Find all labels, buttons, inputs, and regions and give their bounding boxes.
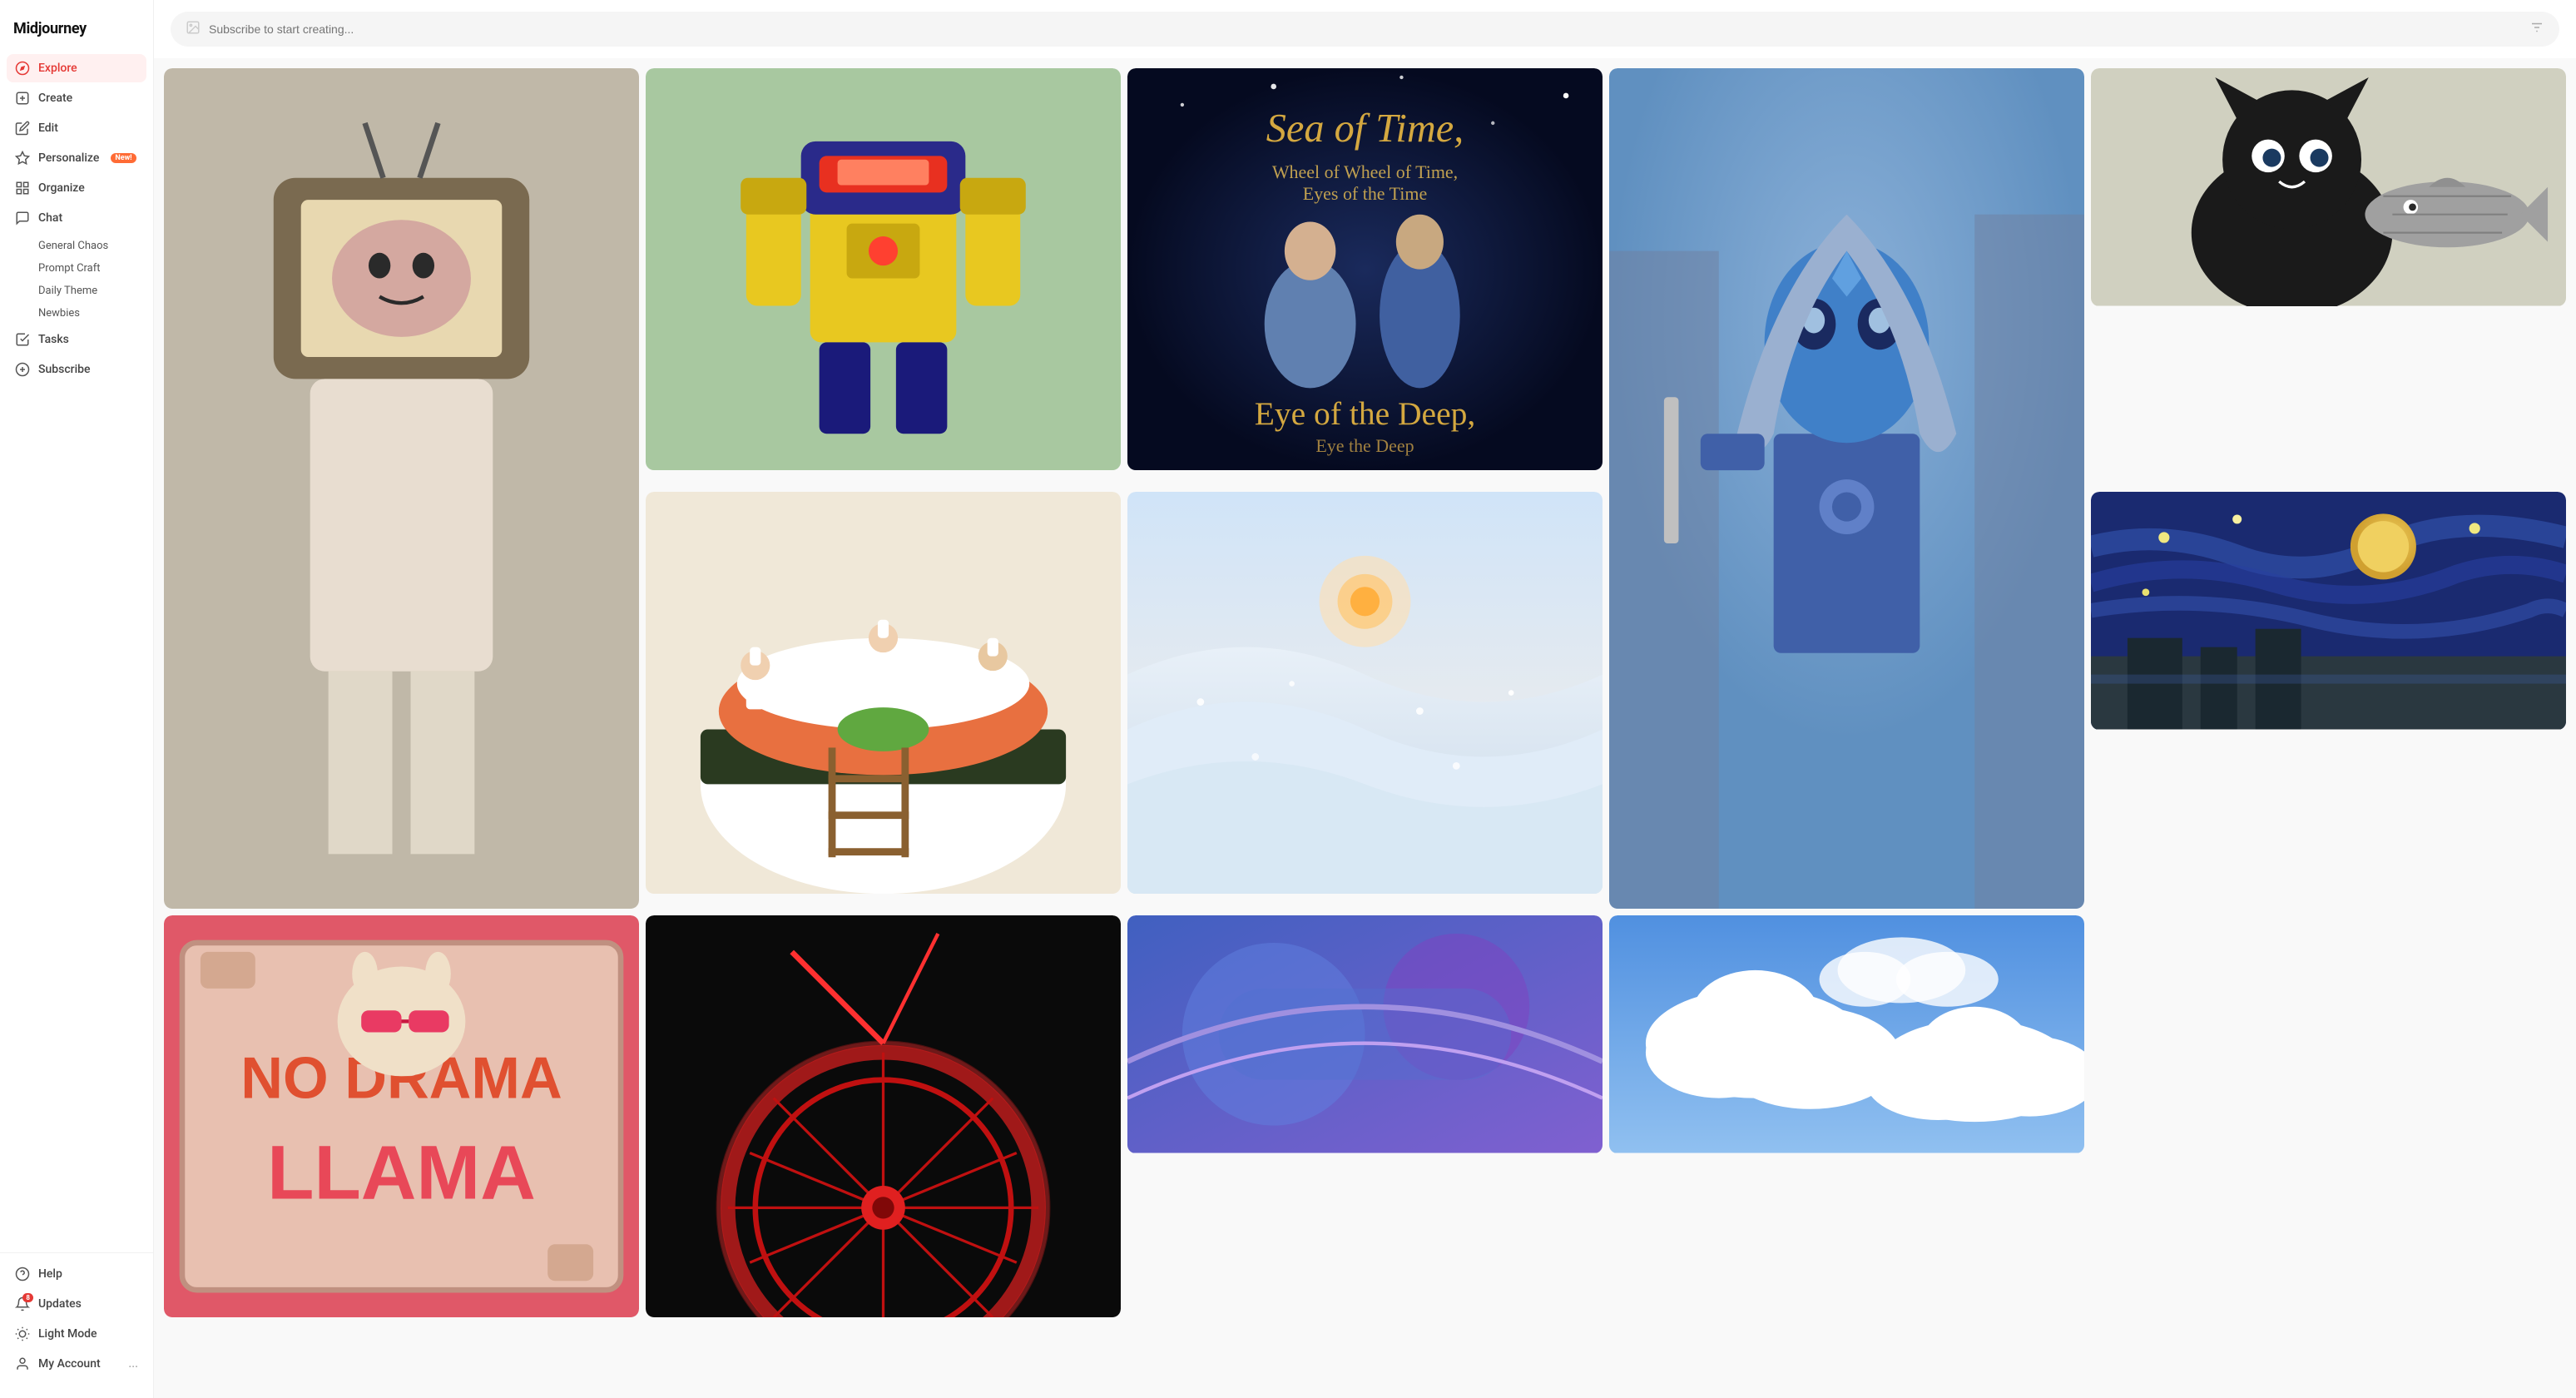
- user-icon: [15, 1356, 30, 1371]
- sidebar-item-light-mode[interactable]: Light Mode: [7, 1320, 146, 1348]
- search-image-icon: [186, 20, 201, 38]
- gallery-item[interactable]: [1127, 915, 1603, 1317]
- personalize-new-badge: New!: [111, 153, 136, 163]
- sidebar-item-chat-label: Chat: [38, 211, 62, 225]
- search-input[interactable]: [209, 22, 2521, 36]
- sidebar-item-help-label: Help: [38, 1267, 62, 1281]
- chat-submenu-prompt-craft[interactable]: Prompt Craft: [30, 258, 146, 279]
- sidebar-item-organize-label: Organize: [38, 181, 85, 195]
- gallery-item[interactable]: [1127, 492, 1603, 909]
- sidebar-item-updates-label: Updates: [38, 1297, 82, 1311]
- sidebar-item-subscribe[interactable]: Subscribe: [7, 355, 146, 384]
- gallery-item[interactable]: Sea of Time, Wheel of Wheel of Time, Eye…: [1127, 68, 1603, 485]
- sidebar-item-my-account[interactable]: My Account ...: [7, 1350, 146, 1378]
- gallery: Sea of Time, Wheel of Wheel of Time, Eye…: [154, 58, 2576, 1398]
- organize-icon: [15, 181, 30, 196]
- edit-icon: [15, 121, 30, 136]
- create-icon: [15, 91, 30, 106]
- bell-icon: 8: [15, 1296, 30, 1311]
- sidebar-nav: Explore Create Edit Personalize New!: [0, 54, 153, 1246]
- updates-badge: 8: [22, 1293, 33, 1302]
- gallery-item[interactable]: NO DRAMA LLAMA: [164, 915, 639, 1317]
- svg-text:Eye of the Deep,: Eye of the Deep,: [1255, 395, 1476, 432]
- sun-icon: [15, 1326, 30, 1341]
- svg-text:Wheel of Wheel of Time,: Wheel of Wheel of Time,: [1272, 161, 1458, 182]
- chat-submenu: General Chaos Prompt Craft Daily Theme N…: [7, 235, 146, 324]
- gallery-item[interactable]: [164, 68, 639, 909]
- sidebar-item-edit[interactable]: Edit: [7, 114, 146, 142]
- sidebar-item-personalize[interactable]: Personalize New!: [7, 144, 146, 172]
- sidebar-item-my-account-label: My Account: [38, 1357, 101, 1371]
- personalize-icon: [15, 151, 30, 166]
- sidebar-item-explore[interactable]: Explore: [7, 54, 146, 82]
- sidebar-item-explore-label: Explore: [38, 62, 77, 75]
- sidebar-item-edit-label: Edit: [38, 121, 58, 135]
- sidebar: Midjourney Explore Create Edit: [0, 0, 154, 1398]
- my-account-more[interactable]: ...: [128, 1357, 138, 1371]
- gallery-item[interactable]: [646, 915, 1121, 1317]
- gallery-item[interactable]: [646, 68, 1121, 485]
- sidebar-bottom: Help 8 Updates Light Mode My Account ...: [0, 1252, 153, 1385]
- gallery-item[interactable]: [1609, 915, 2084, 1317]
- gallery-item[interactable]: [2091, 492, 2566, 909]
- sidebar-item-tasks-label: Tasks: [38, 333, 69, 346]
- sidebar-item-subscribe-label: Subscribe: [38, 363, 91, 376]
- chat-submenu-general-chaos[interactable]: General Chaos: [30, 235, 146, 256]
- filter-icon[interactable]: [2529, 20, 2544, 38]
- chat-icon: [15, 211, 30, 226]
- tasks-icon: [15, 332, 30, 347]
- gallery-item[interactable]: [2091, 68, 2566, 485]
- subscribe-icon: [15, 362, 30, 377]
- chat-submenu-daily-theme[interactable]: Daily Theme: [30, 280, 146, 301]
- sidebar-item-updates[interactable]: 8 Updates: [7, 1290, 146, 1318]
- svg-text:Eye the Deep: Eye the Deep: [1315, 435, 1414, 456]
- sidebar-item-organize[interactable]: Organize: [7, 174, 146, 202]
- help-icon: [15, 1267, 30, 1282]
- sidebar-item-create-label: Create: [38, 92, 72, 105]
- sidebar-item-chat[interactable]: Chat: [7, 204, 146, 232]
- svg-text:Sea of Time,: Sea of Time,: [1266, 107, 1464, 151]
- search-bar-container: [154, 0, 2576, 58]
- svg-text:Eyes of the Time: Eyes of the Time: [1303, 183, 1427, 204]
- chat-submenu-newbies[interactable]: Newbies: [30, 303, 146, 324]
- sidebar-item-personalize-label: Personalize: [38, 151, 99, 165]
- compass-icon: [15, 61, 30, 76]
- search-bar: [171, 12, 2559, 47]
- app-logo: Midjourney: [0, 13, 153, 54]
- svg-text:LLAMA: LLAMA: [267, 1130, 536, 1216]
- sidebar-item-tasks[interactable]: Tasks: [7, 325, 146, 354]
- main-content: Sea of Time, Wheel of Wheel of Time, Eye…: [154, 0, 2576, 1398]
- sidebar-item-help[interactable]: Help: [7, 1260, 146, 1288]
- sidebar-item-create[interactable]: Create: [7, 84, 146, 112]
- sidebar-item-light-mode-label: Light Mode: [38, 1327, 97, 1341]
- gallery-item[interactable]: [1609, 68, 2084, 909]
- gallery-item[interactable]: [646, 492, 1121, 909]
